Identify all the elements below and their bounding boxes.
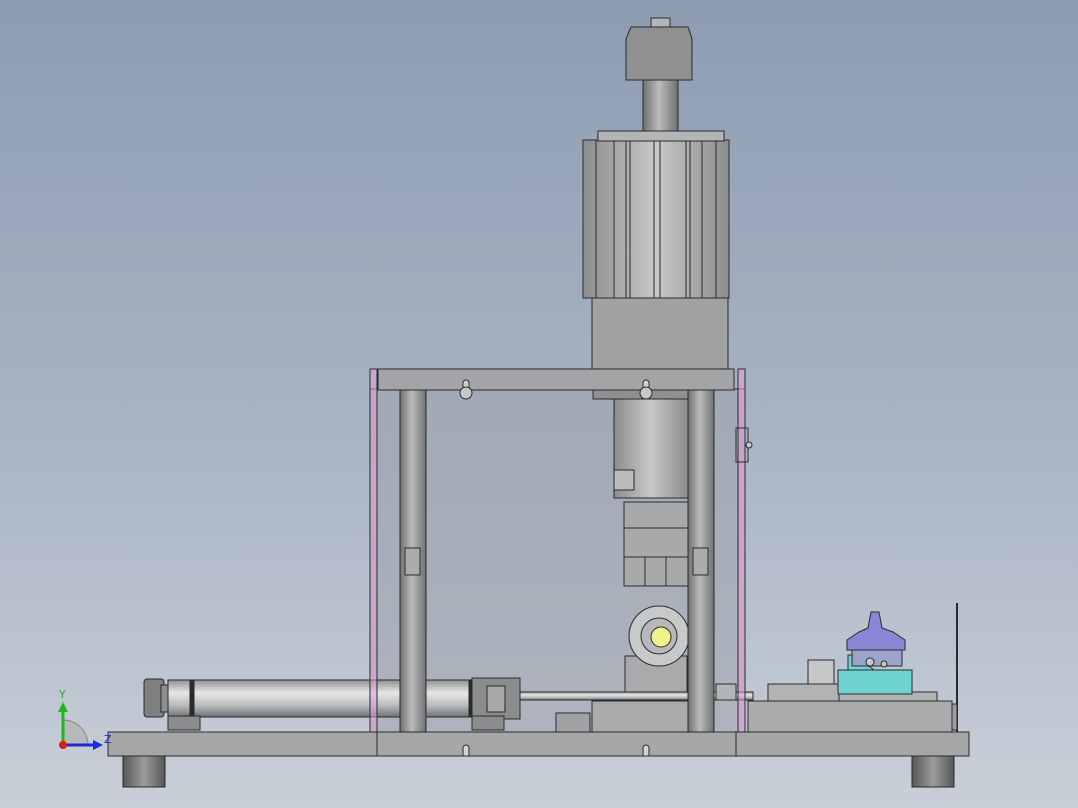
frame-left [369,368,378,733]
motor-shaft [642,79,679,132]
base-slot-right [642,744,650,757]
top-plate [377,368,735,391]
base-plate [107,731,970,757]
right-base-block [747,700,953,733]
post-right-clip [692,547,709,576]
triad-y-label: Y [59,688,66,701]
post-left-clip [404,547,421,576]
wheel-hub [650,626,672,648]
foot-right [911,754,955,788]
assembly-model[interactable] [0,0,1078,808]
teal-bracket [837,669,913,695]
foot-left [122,754,166,788]
motor-adapter [591,297,729,370]
base-slot-left [462,744,470,757]
purple-clamp [846,611,906,651]
frame-right [737,368,746,733]
servo-motor [582,139,730,299]
slide-block [591,700,690,733]
small-block [555,712,591,733]
motor-flange [597,130,725,142]
coupling-block [623,501,689,587]
gearbox-plug [613,469,635,491]
cad-graphics-viewport[interactable]: Y Z [0,0,1078,808]
triad-z-label: Z [104,733,112,746]
encoder-cap [625,26,693,81]
